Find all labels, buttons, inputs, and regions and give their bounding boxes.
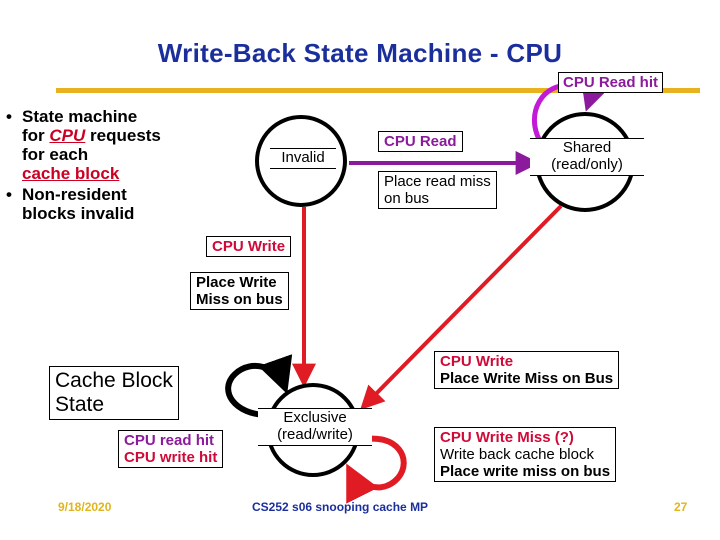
state-label-exclusive-line1: Exclusive — [283, 409, 347, 426]
label-place-read-miss-line1: Place read miss — [384, 173, 491, 190]
label-cpu-write-right: CPU Write Place Write Miss on Bus — [434, 351, 620, 390]
bullet-item-1: • State machine for CPU requests for eac… — [6, 107, 241, 183]
label-cpu-read: CPU Read — [378, 131, 463, 153]
state-label-shared-line2: (read/only) — [551, 155, 623, 173]
label-place-read-miss-line2: on bus — [384, 190, 430, 208]
state-label-invalid: Invalid — [270, 148, 336, 169]
state-label-exclusive-line2: (read/write) — [277, 425, 353, 443]
state-label-shared: Shared (read/only) — [530, 138, 644, 176]
label-place-write-miss-on-bus-right: Place Write Miss on Bus — [440, 370, 614, 388]
label-cache-block-state-line2: State — [55, 392, 105, 416]
bullet-item-2-text: Non-resident blocks invalid — [22, 185, 241, 223]
label-cpu-write-miss: CPU Write Miss (?) Write back cache bloc… — [434, 427, 617, 483]
bullet-1-line3: for each — [22, 145, 89, 165]
label-write-back-cache-block: Write back cache block — [440, 446, 594, 464]
bullet-1-emphasis-cache-block: cache block — [22, 164, 120, 184]
label-place-write-miss-left-line1: Place Write — [196, 274, 277, 291]
footer-course-label: CS252 s06 snooping cache MP — [252, 500, 429, 514]
bullet-1-line2-pre: for — [22, 126, 50, 146]
page-title: Write-Back State Machine - CPU — [157, 38, 563, 68]
label-place-write-miss-left: Place Write Miss on bus — [190, 272, 289, 311]
label-cpu-read-hit-small: CPU read hit — [124, 432, 215, 449]
bullet-1-line1: State machine — [22, 107, 138, 126]
label-place-write-miss-left-line2: Miss on bus — [196, 291, 283, 309]
bullet-item-2: • Non-resident blocks invalid — [6, 185, 241, 223]
bullet-marker: • — [6, 107, 12, 126]
bullet-marker: • — [6, 185, 12, 205]
state-label-shared-line1: Shared — [562, 139, 612, 156]
label-cpu-hits: CPU read hit CPU write hit — [118, 430, 224, 469]
arrow-exclusive-self-loop-right — [346, 435, 407, 504]
label-cpu-write-hit-small: CPU write hit — [124, 449, 218, 467]
label-cache-block-state-line1: Cache Block — [55, 369, 173, 392]
label-cache-block-state: Cache Block State — [49, 366, 179, 420]
bullet-1-emphasis-cpu: CPU — [49, 126, 86, 146]
slide-canvas: Write-Back State Machine - CPU • State m… — [0, 0, 720, 540]
label-cpu-write-miss-title: CPU Write Miss (?) — [440, 429, 574, 446]
state-label-exclusive: Exclusive (read/write) — [258, 408, 372, 446]
footer-page-number: 27 — [674, 500, 688, 514]
label-place-write-miss-on-bus: Place write miss on bus — [440, 463, 611, 481]
bullet-list: • State machine for CPU requests for eac… — [6, 107, 241, 225]
label-cpu-read-hit: CPU Read hit — [558, 72, 664, 94]
footer-date: 9/18/2020 — [58, 500, 112, 514]
label-cpu-write-left: CPU Write — [206, 236, 292, 258]
bullet-1-line2-post: requests — [85, 126, 161, 146]
bullet-2-line2: blocks invalid — [22, 204, 135, 224]
label-cpu-write-right-title: CPU Write — [440, 353, 514, 370]
bullet-2-line1: Non-resident — [22, 185, 127, 205]
bullet-item-1-text: State machine for CPU requests for each … — [22, 107, 241, 183]
label-place-read-miss-on-bus: Place read miss on bus — [378, 171, 497, 210]
